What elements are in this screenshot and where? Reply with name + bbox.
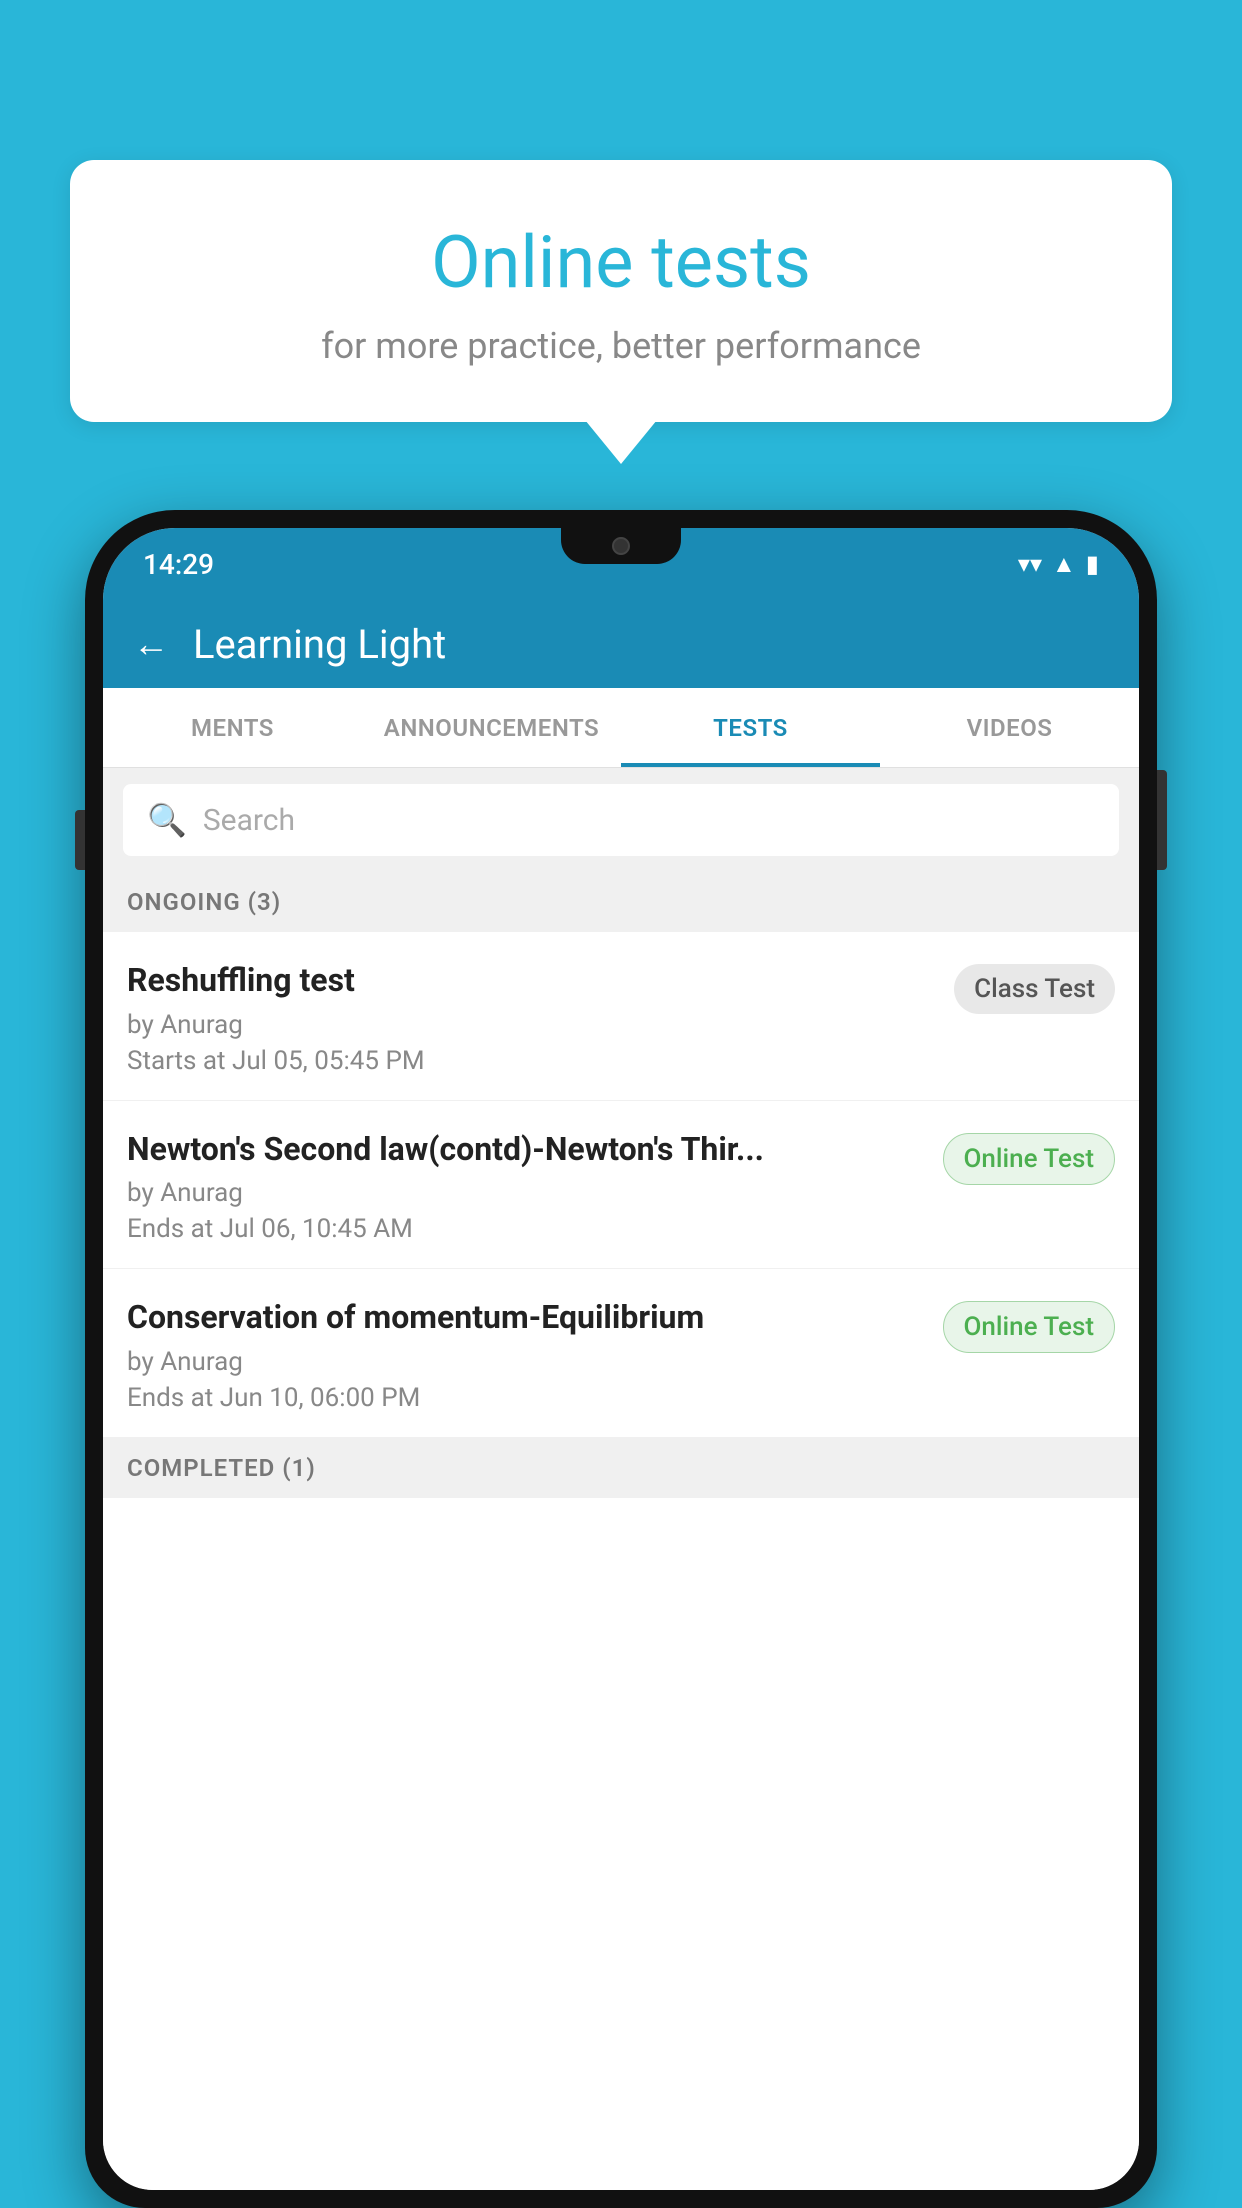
test-title-reshuffling: Reshuffling test: [127, 960, 938, 1002]
search-container: 🔍 Search: [103, 768, 1139, 872]
ongoing-section-header: ONGOING (3): [103, 872, 1139, 932]
wifi-icon: ▾▾: [1018, 550, 1042, 578]
search-placeholder-text: Search: [203, 803, 295, 838]
badge-class-test: Class Test: [954, 964, 1115, 1014]
status-bar: 14:29 ▾▾ ▲ ▮: [103, 528, 1139, 600]
promo-title: Online tests: [110, 220, 1132, 305]
signal-icon: ▲: [1052, 550, 1076, 579]
promo-card: Online tests for more practice, better p…: [70, 160, 1172, 422]
test-author-newtons: by Anurag: [127, 1178, 927, 1208]
app-bar-title: Learning Light: [193, 621, 446, 668]
battery-icon: ▮: [1086, 550, 1099, 578]
badge-online-test-2: Online Test: [943, 1301, 1116, 1353]
test-item-conservation[interactable]: Conservation of momentum-Equilibrium by …: [103, 1269, 1139, 1438]
test-title-conservation: Conservation of momentum-Equilibrium: [127, 1297, 927, 1339]
test-info-newtons: Newton's Second law(contd)-Newton's Thir…: [127, 1129, 927, 1245]
test-time-newtons: Ends at Jul 06, 10:45 AM: [127, 1214, 927, 1244]
search-icon: 🔍: [147, 801, 187, 839]
phone-screen: 14:29 ▾▾ ▲ ▮ ← Learning Light MENTS ANNO…: [103, 528, 1139, 2190]
app-bar: ← Learning Light: [103, 600, 1139, 688]
test-title-newtons: Newton's Second law(contd)-Newton's Thir…: [127, 1129, 927, 1171]
tabs-bar: MENTS ANNOUNCEMENTS TESTS VIDEOS: [103, 688, 1139, 768]
test-info-conservation: Conservation of momentum-Equilibrium by …: [127, 1297, 927, 1413]
side-button-left: [75, 810, 85, 870]
tab-ments[interactable]: MENTS: [103, 688, 362, 767]
test-time-reshuffling: Starts at Jul 05, 05:45 PM: [127, 1046, 938, 1076]
test-item-reshuffling[interactable]: Reshuffling test by Anurag Starts at Jul…: [103, 932, 1139, 1101]
test-time-conservation: Ends at Jun 10, 06:00 PM: [127, 1383, 927, 1413]
test-author-conservation: by Anurag: [127, 1347, 927, 1377]
side-button-right: [1157, 770, 1167, 870]
completed-section-header: COMPLETED (1): [103, 1438, 1139, 1498]
search-bar[interactable]: 🔍 Search: [123, 784, 1119, 856]
tab-tests[interactable]: TESTS: [621, 688, 880, 767]
test-item-newtons[interactable]: Newton's Second law(contd)-Newton's Thir…: [103, 1101, 1139, 1270]
camera: [612, 537, 630, 555]
status-time: 14:29: [143, 548, 214, 581]
promo-subtitle: for more practice, better performance: [110, 325, 1132, 367]
phone-frame: 14:29 ▾▾ ▲ ▮ ← Learning Light MENTS ANNO…: [85, 510, 1157, 2208]
back-button[interactable]: ←: [133, 623, 169, 665]
tab-announcements[interactable]: ANNOUNCEMENTS: [362, 688, 621, 767]
test-author-reshuffling: by Anurag: [127, 1010, 938, 1040]
badge-online-test-1: Online Test: [943, 1133, 1116, 1185]
notch: [561, 528, 681, 564]
test-list: Reshuffling test by Anurag Starts at Jul…: [103, 932, 1139, 2190]
status-icons: ▾▾ ▲ ▮: [1018, 550, 1099, 579]
tab-videos[interactable]: VIDEOS: [880, 688, 1139, 767]
test-info-reshuffling: Reshuffling test by Anurag Starts at Jul…: [127, 960, 938, 1076]
